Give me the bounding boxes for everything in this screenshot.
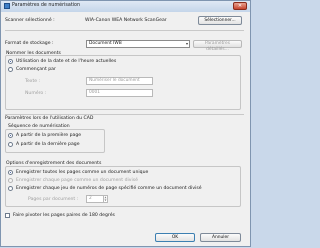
window-title: Paramètres de numérisation (12, 3, 81, 8)
last-page-label: A partir de la dernière page (16, 142, 80, 147)
rotate-checkbox[interactable] (5, 213, 10, 218)
pages-per-document-value: 2 (89, 196, 92, 201)
save-single-label: Enregistrer toutes les pages comme un do… (16, 170, 149, 175)
scan-settings-dialog: Paramètres de numérisation ✕ Scanner sél… (0, 0, 251, 247)
chevron-down-icon: ▾ (185, 41, 188, 46)
save-number-label: Enregistrer chaque jeu de numéros de pag… (16, 186, 202, 191)
save-each-label: Enregistrer chaque page comme un documen… (16, 178, 138, 183)
separator (5, 30, 244, 31)
detailed-settings-button[interactable]: Paramètres détaillés... (193, 40, 242, 52)
cancel-button[interactable]: Annuler (200, 233, 241, 242)
naming-date-label: Utilisation de la date et de l'heure act… (16, 59, 117, 64)
naming-date-radio[interactable] (8, 59, 13, 64)
app-icon (4, 3, 10, 9)
save-each-radio[interactable] (8, 178, 13, 183)
adf-section-title: Paramètres lors de l'utilisation du CAD (5, 116, 94, 121)
pages-per-document-label: Pages par document : (28, 197, 79, 202)
save-single-radio[interactable] (8, 170, 13, 175)
number-label: Numéro : (25, 91, 47, 96)
format-select-value: Document IWB (89, 41, 122, 46)
scanner-label: Scanner sélectionné : (5, 18, 55, 23)
format-label: Format de stockage : (5, 41, 54, 46)
last-page-radio[interactable] (8, 142, 13, 147)
text-label: Texte : (25, 79, 41, 84)
format-select[interactable]: Document IWB ▾ (86, 40, 190, 48)
naming-start-label: Commençant par (16, 67, 56, 72)
dialog-content: Scanner sélectionné : WIA-Canon WEA Netw… (1, 12, 250, 246)
rotate-label: Faire pivoter les pages paires de 180 de… (13, 213, 115, 218)
select-scanner-button[interactable]: Sélectionner... (198, 16, 242, 25)
pages-per-document-field[interactable]: 2 ▲ ▼ (86, 195, 108, 203)
first-page-label: A partir de la première page (16, 133, 82, 138)
ok-button[interactable]: OK (155, 233, 195, 242)
close-button[interactable]: ✕ (233, 2, 247, 10)
scanner-value: WIA-Canon WEA Network ScanGear (85, 18, 167, 23)
text-field[interactable]: Numériser le document (86, 77, 153, 85)
spinner-arrows-icon[interactable]: ▲ ▼ (103, 196, 107, 202)
naming-start-radio[interactable] (8, 67, 13, 72)
separator (5, 114, 244, 115)
save-number-radio[interactable] (8, 186, 13, 191)
first-page-radio[interactable] (8, 133, 13, 138)
number-field[interactable]: 0001 (86, 89, 153, 97)
